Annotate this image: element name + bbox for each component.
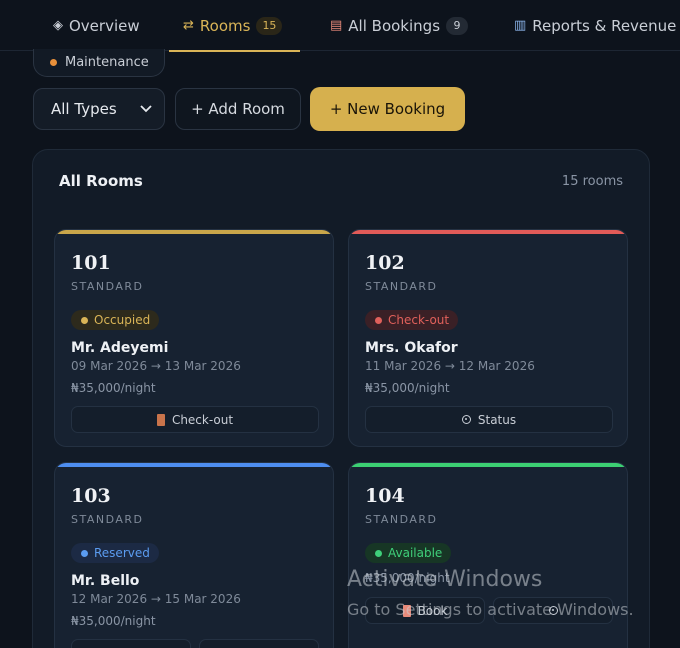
tab-label: Reports & Revenue <box>532 16 677 35</box>
guest-name: Mr. Bello <box>71 573 140 589</box>
button-label: Status <box>477 412 517 427</box>
add-room-button[interactable]: + Add Room <box>175 88 301 130</box>
room-number: 103 <box>71 485 111 507</box>
diamond-icon: ◈ <box>53 18 63 33</box>
status-label: Check-out <box>388 313 450 327</box>
door-icon <box>156 413 165 426</box>
status-bar <box>55 463 333 467</box>
status-badge: Occupied <box>71 310 160 330</box>
status-button[interactable]: Status <box>365 406 613 433</box>
tab-rooms[interactable]: ⇄ Rooms 15 <box>168 0 301 52</box>
stay-dates: 09 Mar 2026 → 13 Mar 2026 <box>71 359 241 373</box>
room-type-select[interactable]: All Types <box>33 88 165 130</box>
select-value: All Types <box>51 100 117 118</box>
count-badge: 15 <box>256 16 283 35</box>
status-label: Available <box>388 546 443 560</box>
activation-watermark-text: Go to Settings to activate Windows. <box>347 600 634 619</box>
room-card-103[interactable]: 103 STANDARD Reserved Mr. Bello 12 Mar 2… <box>54 462 334 648</box>
count-badge: 9 <box>446 16 469 35</box>
status-bar <box>55 230 333 234</box>
status-badge: Available <box>365 543 452 563</box>
bar-chart-icon: ▥ <box>514 18 527 33</box>
status-dot <box>375 549 382 557</box>
room-card-101[interactable]: 101 STANDARD Occupied Mr. Adeyemi 09 Mar… <box>54 229 334 447</box>
tab-label: All Bookings <box>348 16 441 35</box>
room-price: ₦35,000/night <box>365 381 450 395</box>
room-type: STANDARD <box>365 280 438 293</box>
card-action-button[interactable] <box>71 639 191 648</box>
room-price: ₦35,000/night <box>71 614 156 628</box>
status-label: Reserved <box>94 546 150 560</box>
clipboard-icon: ▤ <box>330 18 343 33</box>
room-type: STANDARD <box>71 513 144 526</box>
status-dot <box>50 59 57 66</box>
tab-overview[interactable]: ◈ Overview <box>53 0 140 51</box>
guest-name: Mr. Adeyemi <box>71 340 169 356</box>
room-number: 101 <box>71 252 111 274</box>
status-dot <box>81 549 88 557</box>
tab-all-bookings[interactable]: ▤ All Bookings 9 <box>330 0 469 51</box>
room-card-104[interactable]: 104 STANDARD Available ₦35,000/night Boo… <box>348 462 628 648</box>
button-label: + New Booking <box>329 100 446 118</box>
room-card-102[interactable]: 102 STANDARD Check-out Mrs. Okafor 11 Ma… <box>348 229 628 447</box>
main-tabs: ◈ Overview ⇄ Rooms 15 ▤ All Bookings 9 ▥… <box>0 0 680 52</box>
stay-dates: 12 Mar 2026 → 15 Mar 2026 <box>71 592 241 606</box>
status-dot <box>81 316 88 324</box>
guest-name: Mrs. Okafor <box>365 340 458 356</box>
room-number: 104 <box>365 485 405 507</box>
room-price: ₦35,000/night <box>71 381 156 395</box>
chip-label: Maintenance <box>65 55 149 70</box>
check-out-button[interactable]: Check-out <box>71 406 319 433</box>
new-booking-button[interactable]: + New Booking <box>310 87 465 131</box>
tab-label: Overview <box>69 16 140 35</box>
status-bar <box>349 230 627 234</box>
room-type: STANDARD <box>365 513 438 526</box>
filter-chip-maintenance[interactable]: Maintenance <box>33 49 165 77</box>
tab-label: Rooms <box>199 16 251 35</box>
room-type: STANDARD <box>71 280 144 293</box>
status-bar <box>349 463 627 467</box>
room-count: 15 rooms <box>561 174 623 189</box>
room-number: 102 <box>365 252 405 274</box>
activation-watermark-title: Activate Windows <box>347 567 543 592</box>
chevron-down-icon <box>140 105 152 113</box>
status-dot <box>375 316 382 324</box>
status-label: Occupied <box>94 313 151 327</box>
status-badge: Reserved <box>71 543 159 563</box>
swap-icon: ⇄ <box>183 18 194 33</box>
button-label: + Add Room <box>191 100 285 118</box>
card-action-button[interactable] <box>199 639 319 648</box>
status-badge: Check-out <box>365 310 459 330</box>
panel-title: All Rooms <box>59 172 143 190</box>
status-icon <box>461 415 471 424</box>
stay-dates: 11 Mar 2026 → 12 Mar 2026 <box>365 359 535 373</box>
tab-reports-revenue[interactable]: ▥ Reports & Revenue <box>514 0 676 51</box>
button-label: Check-out <box>171 412 234 427</box>
